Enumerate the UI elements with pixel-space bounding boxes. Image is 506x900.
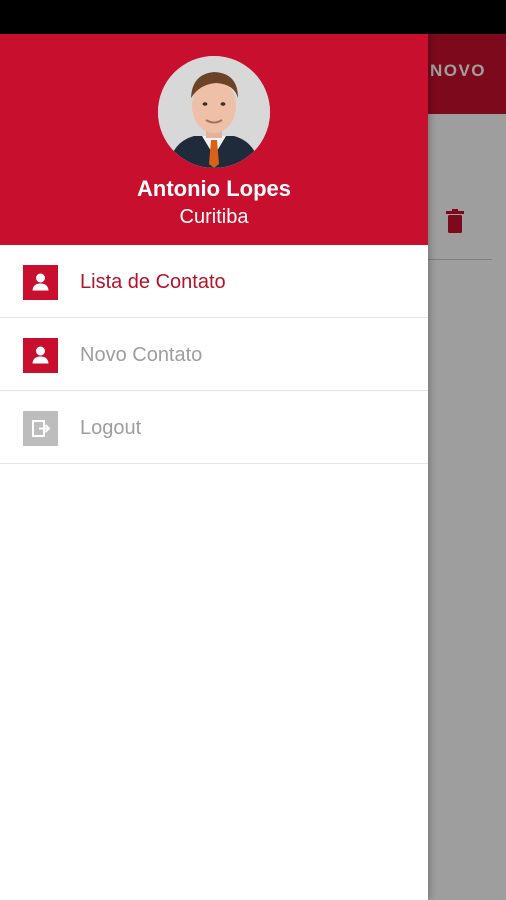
user-city: Curitiba xyxy=(179,206,249,228)
menu-item-logout[interactable]: Logout xyxy=(0,391,428,464)
user-name: Antonio Lopes xyxy=(137,176,291,201)
contact-person-icon xyxy=(23,338,58,373)
menu-item-lista-de-contato[interactable]: Lista de Contato xyxy=(0,245,428,318)
drawer-menu: Lista de Contato Novo Contato Logout xyxy=(0,245,428,464)
logout-icon xyxy=(23,411,58,446)
user-photo xyxy=(158,56,270,168)
menu-item-novo-contato[interactable]: Novo Contato xyxy=(0,318,428,391)
drawer-header: Antonio Lopes Curitiba xyxy=(0,34,428,245)
avatar xyxy=(158,56,270,168)
menu-item-label: Logout xyxy=(80,417,142,439)
navigation-drawer: Antonio Lopes Curitiba Lista de Contato … xyxy=(0,34,428,900)
status-bar xyxy=(0,0,506,34)
menu-item-label: Lista de Contato xyxy=(80,271,226,293)
menu-item-label: Novo Contato xyxy=(80,344,203,366)
contact-person-icon xyxy=(23,265,58,300)
